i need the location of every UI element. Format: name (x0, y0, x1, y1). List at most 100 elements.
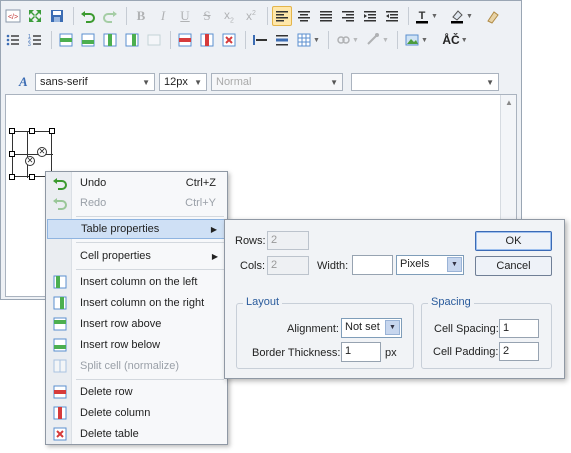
cols-field[interactable]: 2 (267, 256, 309, 275)
menu-item-insert-row-below[interactable]: Insert row below (47, 335, 226, 355)
ordered-list-icon[interactable]: 123 (25, 30, 45, 50)
alignment-select[interactable]: Not set ▼ (341, 318, 402, 338)
bold-icon[interactable]: B (131, 6, 151, 26)
alignment-label: Alignment: (287, 323, 339, 335)
anchor-icon[interactable]: ▼ (363, 30, 391, 50)
menu-item-undo[interactable]: Undo Ctrl+Z (47, 173, 226, 193)
table-delete-column-icon[interactable] (197, 30, 217, 50)
width-unit-select[interactable]: Pixels ▼ (396, 255, 464, 275)
menu-item-redo[interactable]: Redo Ctrl+Y (47, 193, 226, 213)
table-delete-icon[interactable] (219, 30, 239, 50)
unordered-list-icon[interactable] (3, 30, 23, 50)
italic-icon[interactable]: I (153, 6, 173, 26)
resize-handle[interactable] (9, 128, 15, 134)
menu-item-label: Insert column on the left (80, 276, 198, 288)
menu-item-delete-row[interactable]: Delete row (47, 382, 226, 402)
fullscreen-icon[interactable] (25, 6, 45, 26)
chevron-down-icon: ▼ (486, 78, 494, 87)
move-handle-icon[interactable]: ✕ (37, 147, 47, 157)
cancel-button[interactable]: Cancel (475, 256, 552, 276)
scroll-up-arrow-icon[interactable]: ▲ (501, 95, 517, 111)
format-block-select[interactable]: Normal ▼ (211, 73, 343, 91)
background-color-icon[interactable]: ▼ (447, 6, 475, 26)
insert-image-icon[interactable]: ▼ (402, 30, 430, 50)
menu-item-label: Delete row (80, 386, 133, 398)
menu-item-insert-column-left[interactable]: Insert column on the left (47, 272, 226, 292)
align-center-icon[interactable] (294, 6, 314, 26)
table-insert-row-above-icon[interactable] (56, 30, 76, 50)
special-characters-icon[interactable]: ÅČ ▼ (438, 30, 472, 50)
redo-icon[interactable] (100, 6, 120, 26)
menu-item-delete-table[interactable]: Delete table (47, 424, 226, 444)
menu-item-cell-properties[interactable]: Cell properties ▶ (47, 246, 226, 266)
table-insert-column-left-icon[interactable] (100, 30, 120, 50)
clear-format-icon[interactable] (483, 6, 503, 26)
menu-item-label: Insert row above (80, 318, 162, 330)
chevron-down-icon: ▼ (194, 78, 202, 87)
toolbar-row-1: </> B I U S x2 x2 T ▼ ▼ (3, 4, 505, 28)
rows-field[interactable]: 2 (267, 231, 309, 250)
table-insert-row-below-icon[interactable] (78, 30, 98, 50)
chevron-down-icon: ▼ (142, 78, 150, 87)
style-select[interactable]: ▼ (351, 73, 499, 91)
alignment-value: Not set (345, 321, 380, 333)
layout-group-title: Layout (243, 296, 283, 308)
strikethrough-icon[interactable]: S (197, 6, 217, 26)
menu-item-delete-column[interactable]: Delete column (47, 403, 226, 423)
font-family-select[interactable]: sans-serif ▼ (35, 73, 155, 91)
table-properties-dialog: Rows: 2 Cols: 2 Width: Pixels ▼ OK Cance… (224, 219, 565, 379)
table-insert-column-right-icon[interactable] (122, 30, 142, 50)
save-icon[interactable] (47, 6, 67, 26)
underline-icon[interactable]: U (175, 6, 195, 26)
chevron-down-icon: ▼ (447, 257, 462, 272)
context-menu: Undo Ctrl+Z Redo Ctrl+Y Table properties… (45, 171, 228, 445)
menu-item-table-properties[interactable]: Table properties ▶ (47, 219, 226, 239)
insert-row-above-icon (47, 316, 73, 332)
ok-button[interactable]: OK (475, 231, 552, 251)
align-left-icon[interactable] (272, 6, 292, 26)
indent-icon[interactable] (360, 6, 380, 26)
superscript-icon[interactable]: x2 (241, 6, 261, 26)
subscript-icon[interactable]: x2 (219, 6, 239, 26)
menu-item-label: Cell properties (80, 250, 151, 262)
menu-item-shortcut: Ctrl+Y (185, 197, 216, 209)
width-field[interactable] (352, 255, 393, 275)
outdent-icon[interactable] (382, 6, 402, 26)
align-justify-icon[interactable] (316, 6, 336, 26)
text-color-icon[interactable]: T ▼ (413, 6, 439, 26)
table-delete-row-icon[interactable] (175, 30, 195, 50)
font-size-select[interactable]: 12px ▼ (159, 73, 207, 91)
html-source-icon[interactable]: </> (3, 6, 23, 26)
insert-column-left-icon (47, 274, 73, 290)
menu-item-label: Delete table (80, 428, 139, 440)
chevron-down-icon: ▼ (330, 78, 338, 87)
resize-handle[interactable] (9, 151, 15, 157)
resize-handle[interactable] (29, 174, 35, 180)
menu-item-label: Delete column (80, 407, 151, 419)
toolbar-row-3: A sans-serif ▼ 12px ▼ Normal ▼ ▼ (3, 70, 503, 94)
border-thickness-field[interactable]: 1 (341, 342, 381, 362)
resize-handle[interactable] (9, 174, 15, 180)
insert-table-icon[interactable]: ▼ (294, 30, 322, 50)
link-icon[interactable]: ▼ (333, 30, 361, 50)
menu-item-split-cell[interactable]: Split cell (normalize) (47, 356, 226, 376)
cell-spacing-field[interactable]: 1 (499, 319, 539, 338)
move-handle-icon[interactable]: ✕ (25, 156, 35, 166)
resize-handle[interactable] (29, 128, 35, 134)
cell-padding-label: Cell Padding: (433, 346, 499, 358)
menu-item-insert-row-above[interactable]: Insert row above (47, 314, 226, 334)
undo-icon[interactable] (78, 6, 98, 26)
redo-icon (47, 195, 73, 211)
resize-handle[interactable] (49, 128, 55, 134)
horizontal-rule-icon[interactable] (250, 30, 270, 50)
cell-padding-field[interactable]: 2 (499, 342, 539, 361)
table-merge-icon[interactable] (144, 30, 164, 50)
delete-row-icon (47, 384, 73, 400)
rows-label: Rows: (235, 235, 266, 247)
paragraph-icon[interactable] (272, 30, 292, 50)
align-right-icon[interactable] (338, 6, 358, 26)
border-unit-label: px (385, 347, 397, 359)
toolbar-row-2: 123 ▼ ▼ ▼ ▼ ÅČ ▼ (3, 28, 474, 52)
menu-item-insert-column-right[interactable]: Insert column on the right (47, 293, 226, 313)
menu-item-label: Table properties (81, 223, 160, 235)
